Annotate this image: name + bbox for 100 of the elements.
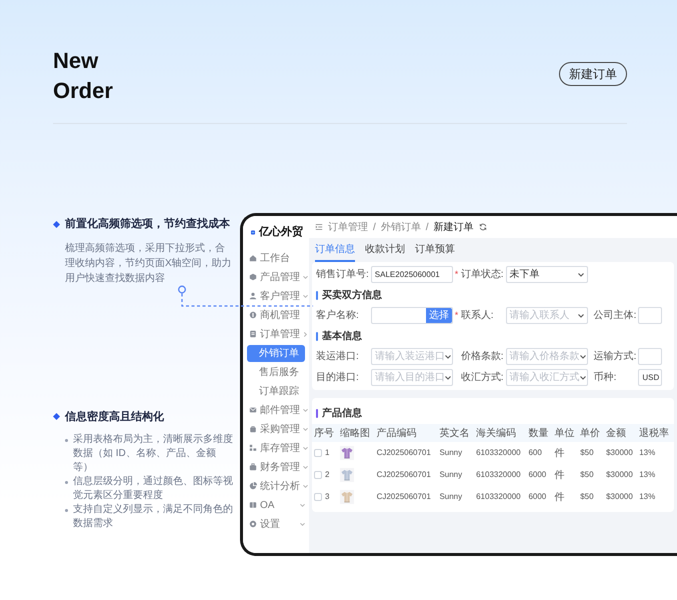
diamond-icon (53, 220, 60, 228)
table-cell: 件 (552, 442, 578, 464)
sidebar-item[interactable]: 商机管理 (243, 306, 309, 324)
box-icon (249, 273, 257, 281)
briefcase-icon (249, 463, 257, 471)
coin-icon (249, 311, 257, 319)
field-label: 联系人: (460, 308, 495, 323)
input-field[interactable]: SALE2025060001 (370, 266, 453, 283)
column-header: 英文名 (437, 424, 474, 442)
bullet-text: 支持自定义列显示，满足不同角色的数据需求 (73, 503, 234, 531)
sidebar-item[interactable]: 工作台 (243, 248, 309, 268)
column-header: 缩略图 (338, 424, 375, 442)
table-cell: 2 (325, 470, 330, 479)
table-cell-text: $30000 (605, 469, 634, 481)
document-icon (249, 330, 257, 338)
table-cell: $50 (578, 442, 604, 464)
grid-icon (249, 501, 257, 509)
bullet-text: 信息层级分明，通过颜色、图标等视觉元素区分重要程度 (73, 475, 234, 503)
column-header: 退税率 (637, 424, 674, 442)
feature-heading: 信息密度高且结构化 (65, 410, 164, 424)
bullet-dot (65, 481, 68, 484)
table-cell: Sunny (437, 442, 474, 464)
table-cell-text: 6000 (527, 491, 548, 503)
breadcrumb-item[interactable]: 订单管理 (328, 220, 368, 234)
table-cell-text: 6000 (527, 469, 548, 481)
bullet-dot (65, 509, 68, 512)
table-cell-text: 6103320000 (475, 491, 522, 503)
sidebar-item[interactable]: 订单跟踪 (243, 382, 309, 400)
field-label: 运输方式: (594, 350, 638, 364)
checkbox[interactable] (314, 448, 322, 457)
input-field[interactable] (638, 348, 662, 365)
bag-icon (249, 425, 257, 433)
sidebar-item[interactable]: 库存管理 (243, 438, 309, 458)
sidebar-item[interactable]: 财务管理 (243, 458, 309, 476)
required-mark: * (454, 310, 458, 320)
tab[interactable]: 收款计划 (365, 238, 405, 262)
section-title: 产品信息 (322, 406, 362, 420)
sidebar-item[interactable]: 设置 (243, 514, 309, 534)
sidebar-item[interactable]: 售后服务 (243, 362, 309, 382)
table-cell: 3 (325, 492, 330, 501)
new-order-tag[interactable]: 新建订单 (559, 62, 627, 86)
breadcrumb-item: 新建订单 (434, 220, 474, 234)
sidebar-item[interactable]: 外销订单 (247, 344, 305, 362)
sidebar-item[interactable]: 统计分析 (243, 476, 309, 496)
table-cell: $30000 (604, 442, 638, 464)
breadcrumb-separator: / (426, 220, 429, 234)
dropdown-icon (444, 376, 451, 380)
pie-chart-icon (249, 482, 257, 490)
table-cell: 13% (637, 442, 674, 464)
customer-field[interactable]: 选择 (370, 307, 453, 324)
home-icon (249, 254, 257, 262)
field-label: 价格条款: (460, 350, 505, 364)
table-cell-text: CJ2025060701 (376, 491, 432, 503)
section-marker (316, 408, 318, 418)
select-button[interactable]: 选择 (426, 308, 452, 323)
field-label: 目的港口: (316, 370, 360, 385)
breadcrumb-item[interactable]: 外销订单 (380, 220, 421, 234)
sidebar-item[interactable]: 产品管理 (243, 268, 309, 286)
required-mark: * (454, 268, 458, 279)
field-label: 装运港口: (316, 350, 360, 364)
dropdown-icon (444, 354, 451, 358)
section-title: 买卖双方信息 (322, 288, 382, 302)
table-cell-text: $30000 (605, 491, 634, 503)
column-header: 数量 (526, 424, 552, 442)
sidebar-item[interactable]: 采购管理 (243, 420, 309, 438)
diamond-icon (53, 413, 60, 420)
envelope-icon (249, 406, 257, 414)
boxes-icon (249, 444, 257, 452)
tab[interactable]: 订单预算 (415, 238, 455, 262)
field-label: 销售订单号: (316, 268, 370, 282)
checkbox[interactable] (314, 492, 322, 501)
table-cell: 600 (526, 442, 552, 464)
section-marker (316, 332, 318, 340)
table-cell-text: Sunny (438, 491, 464, 503)
section-title: 基本信息 (322, 330, 362, 344)
bullet-text: 采用表格布局为主，清晰展示多维度数据（如 ID、名称、产品、金额等） (73, 433, 234, 475)
sidebar-item[interactable]: 订单管理 (243, 324, 309, 344)
settings-icon (249, 520, 257, 528)
column-header: 海关编码 (474, 424, 526, 442)
input-field[interactable]: USD (638, 369, 662, 386)
checkbox[interactable] (314, 470, 322, 479)
column-header: 单位 (552, 424, 578, 442)
section-marker (316, 290, 318, 300)
sidebar-item[interactable]: 客户管理 (243, 286, 309, 306)
table-cell-text: 件 (553, 468, 566, 482)
breadcrumb-separator: / (373, 220, 376, 234)
sidebar-item[interactable]: OA (243, 496, 309, 514)
column-header: 产品编码 (374, 424, 438, 442)
sidebar-item[interactable]: 邮件管理 (243, 400, 309, 420)
input-field[interactable] (638, 307, 662, 324)
column-header: 序号 (312, 424, 338, 442)
table-cell-text: 13% (638, 469, 656, 481)
dropdown-icon (580, 376, 586, 380)
refresh-icon (478, 223, 487, 231)
column-header: 单价 (578, 424, 604, 442)
table-cell-text: Sunny (438, 469, 464, 481)
table-cell-text: 6103320000 (475, 469, 522, 481)
page-title: New (53, 47, 100, 75)
dropdown-field[interactable]: 未下单 (506, 266, 588, 283)
bullet-dot (65, 439, 68, 442)
